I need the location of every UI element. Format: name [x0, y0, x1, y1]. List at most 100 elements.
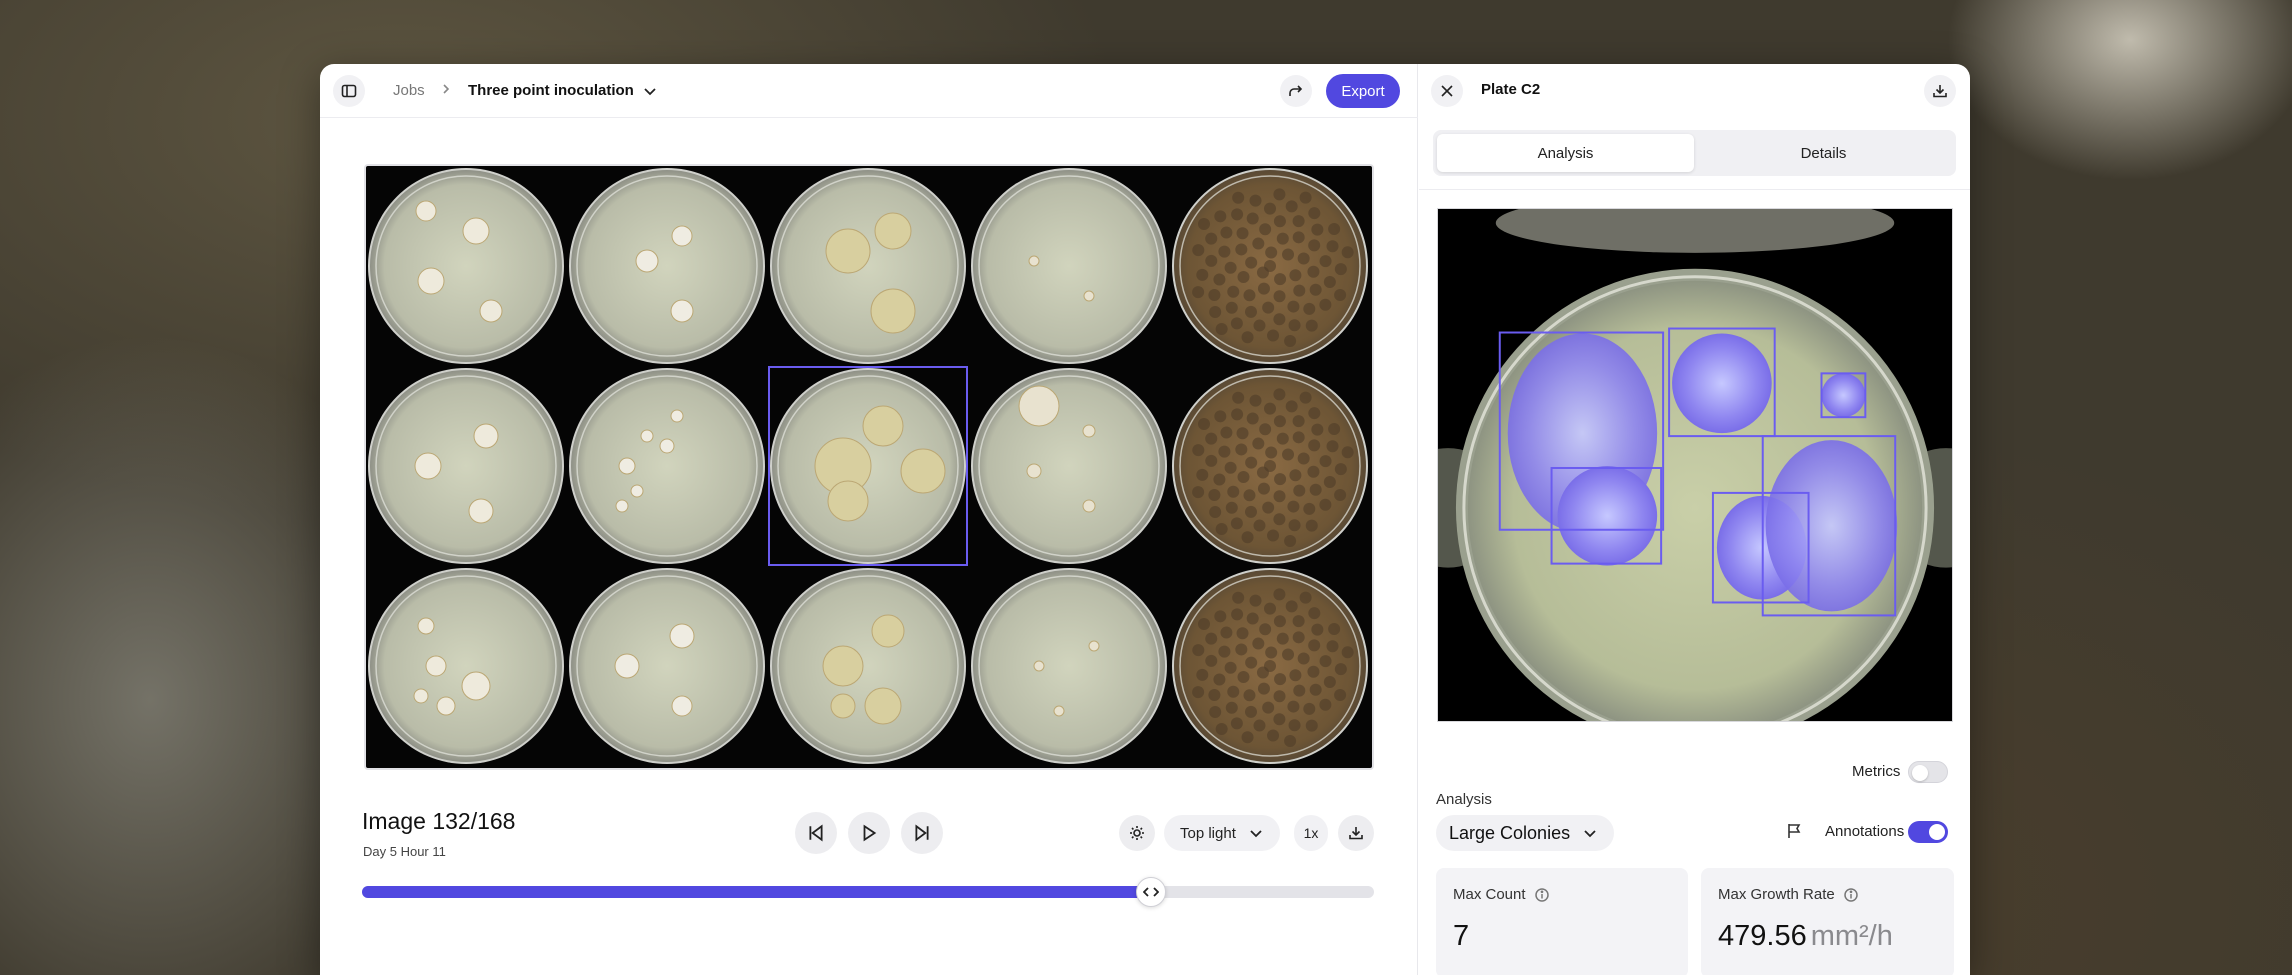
stat-value-number: 7	[1453, 920, 1470, 952]
fungal-colony	[1236, 627, 1249, 640]
analysis-select[interactable]: Large Colonies	[1436, 815, 1615, 851]
plate-detail-image[interactable]	[1437, 208, 1953, 722]
fungal-colony	[1209, 705, 1222, 718]
breadcrumb-jobs[interactable]: Jobs	[393, 82, 425, 99]
chevron-down-icon	[1250, 830, 1262, 838]
fungal-colony	[1262, 501, 1275, 514]
fungal-colony	[1326, 240, 1339, 253]
next-button[interactable]	[901, 812, 943, 854]
fungal-colony	[1305, 519, 1318, 532]
fungal-colony	[1209, 305, 1222, 318]
breadcrumb-job-name[interactable]: Three point inoculation	[468, 82, 634, 99]
fungal-colony	[1284, 335, 1297, 348]
fungal-colony	[1303, 302, 1316, 315]
plate-grid-image[interactable]	[364, 164, 1374, 770]
fungal-colony	[1192, 486, 1205, 499]
petri-dish[interactable]	[973, 170, 1165, 362]
speed-button[interactable]: 1x	[1294, 815, 1328, 851]
fungal-colony	[1257, 282, 1270, 295]
colony	[473, 423, 499, 449]
fungal-colony	[1299, 391, 1312, 404]
fungal-colony	[1237, 470, 1250, 483]
export-button[interactable]: Export	[1326, 74, 1400, 108]
petri-dish[interactable]	[370, 170, 562, 362]
info-icon[interactable]	[1843, 887, 1859, 903]
info-icon[interactable]	[1534, 887, 1550, 903]
petri-dish[interactable]	[772, 570, 964, 762]
petri-dish[interactable]	[973, 570, 1165, 762]
fungal-colony	[1328, 222, 1341, 235]
fungal-colony	[1303, 702, 1316, 715]
petri-dish[interactable]	[772, 170, 964, 362]
timeline-handle[interactable]	[1136, 877, 1167, 907]
chevron-down-icon[interactable]	[642, 83, 658, 104]
tab-details[interactable]: Details	[1695, 134, 1952, 172]
download-plate-button[interactable]	[1924, 75, 1956, 107]
colony	[615, 499, 629, 513]
metrics-toggle[interactable]	[1908, 761, 1948, 783]
share-button[interactable]	[1280, 75, 1312, 107]
colony	[413, 688, 429, 704]
fungal-colony	[1282, 248, 1295, 261]
timeline-slider[interactable]	[362, 877, 1374, 907]
fungal-colony	[1253, 519, 1266, 532]
fungal-colony	[1297, 252, 1310, 265]
fungal-colony	[1215, 723, 1228, 736]
fungal-colony	[1273, 415, 1286, 428]
colony	[822, 645, 864, 687]
fungal-colony	[1334, 463, 1347, 476]
fungal-colony	[1287, 700, 1300, 713]
close-panel-button[interactable]	[1431, 75, 1463, 107]
plate-grid	[368, 168, 1368, 764]
fungal-colony	[1257, 482, 1270, 495]
fungal-colony	[1282, 648, 1295, 661]
petri-dish[interactable]	[370, 570, 562, 762]
fungal-colony	[1334, 689, 1347, 702]
fungal-colony	[1197, 217, 1210, 230]
fungal-colony	[1285, 400, 1298, 413]
brightness-button[interactable]	[1119, 815, 1155, 851]
fungal-colony	[1305, 319, 1318, 332]
stat-label: Max Count	[1453, 886, 1550, 903]
download-frame-button[interactable]	[1338, 815, 1374, 851]
petri-dish[interactable]	[571, 170, 763, 362]
petri-dish[interactable]	[973, 370, 1165, 562]
colony	[425, 655, 447, 677]
fungal-colony	[1308, 439, 1321, 452]
tab-analysis[interactable]: Analysis	[1437, 134, 1694, 172]
fungal-colony	[1196, 668, 1209, 681]
fungal-colony	[1231, 208, 1244, 221]
annotations-toggle[interactable]	[1908, 821, 1948, 843]
colony	[462, 217, 490, 245]
fungal-colony	[1265, 246, 1278, 259]
fungal-colony	[1276, 232, 1289, 245]
fungal-colony	[1292, 215, 1305, 228]
fungal-colony	[1243, 489, 1256, 502]
fungal-colony	[1218, 445, 1231, 458]
play-button[interactable]	[848, 812, 890, 854]
lighting-select-label: Top light	[1180, 824, 1236, 842]
colony	[669, 623, 695, 649]
petri-dish[interactable]	[571, 370, 763, 562]
colony	[1082, 499, 1096, 513]
fungal-colony	[1225, 301, 1238, 314]
lighting-select[interactable]: Top light	[1164, 815, 1280, 851]
fungal-colony	[1232, 391, 1245, 404]
fungal-colony	[1224, 261, 1237, 274]
fungal-colony	[1308, 239, 1321, 252]
previous-button[interactable]	[795, 812, 837, 854]
fungal-colony	[1292, 231, 1305, 244]
colony	[414, 452, 442, 480]
annotations-label: Annotations	[1825, 823, 1905, 840]
petri-dish[interactable]	[370, 370, 562, 562]
colony	[830, 693, 856, 719]
colony	[436, 696, 456, 716]
fungal-colony	[1215, 523, 1228, 536]
fungal-colony	[1288, 719, 1301, 732]
petri-dish[interactable]	[571, 570, 763, 762]
fungal-colony	[1308, 207, 1321, 220]
sidebar-toggle-button[interactable]	[333, 75, 365, 107]
fungal-colony	[1288, 319, 1301, 332]
fungal-colony	[1273, 215, 1286, 228]
panel-tabs: Analysis Details	[1433, 130, 1956, 176]
